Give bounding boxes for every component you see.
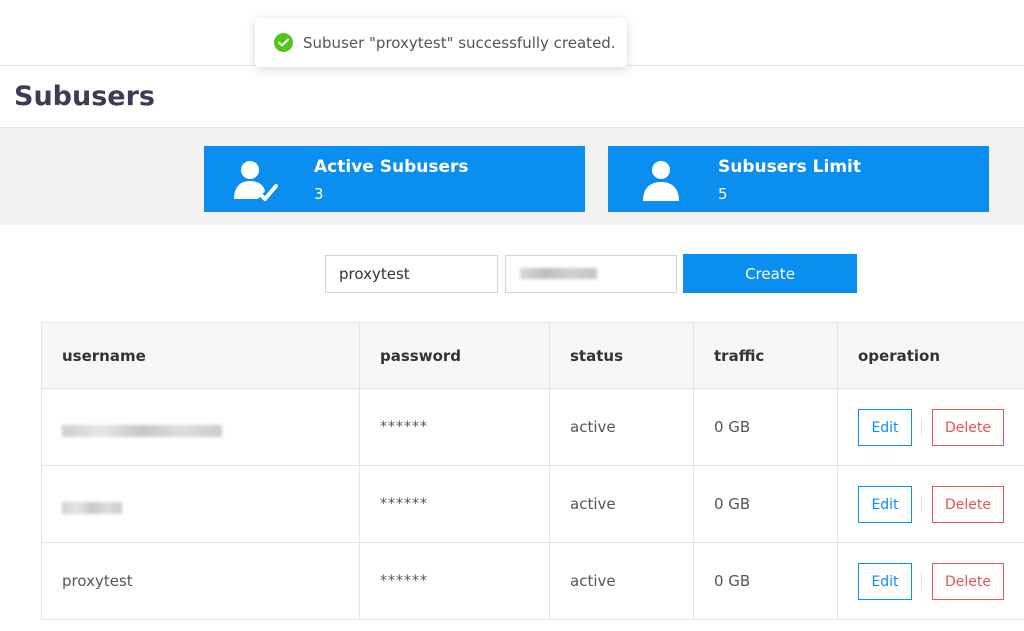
stat-label: Active Subusers — [314, 157, 469, 177]
column-header-username: username — [42, 323, 360, 389]
cell-operation: Edit Delete — [838, 389, 1024, 466]
user-icon — [634, 159, 684, 203]
cell-status: active — [550, 466, 694, 543]
redacted-username — [62, 502, 122, 514]
edit-button[interactable]: Edit — [858, 563, 912, 600]
cell-password: ****** — [360, 543, 550, 620]
divider — [921, 573, 922, 590]
delete-button[interactable]: Delete — [932, 563, 1004, 600]
divider — [921, 419, 922, 436]
stat-value: 5 — [718, 185, 728, 203]
stat-label: Subusers Limit — [718, 157, 862, 177]
cell-traffic: 0 GB — [694, 466, 838, 543]
divider — [921, 496, 922, 513]
table-header: username password status traffic operati… — [42, 323, 1024, 389]
cell-operation: Edit Delete — [838, 466, 1024, 543]
cell-traffic: 0 GB — [694, 389, 838, 466]
stat-value: 3 — [314, 185, 324, 203]
column-header-status: status — [550, 323, 694, 389]
redacted-username — [62, 425, 222, 437]
delete-button[interactable]: Delete — [932, 409, 1004, 446]
cell-password: ****** — [360, 466, 550, 543]
toast-message: Subuser "proxytest" successfully created… — [303, 33, 616, 52]
cell-password: ****** — [360, 389, 550, 466]
page-title: Subusers — [14, 81, 155, 112]
cell-username — [42, 389, 360, 466]
subusers-table: username password status traffic operati… — [41, 322, 1024, 620]
create-button[interactable]: Create — [683, 254, 857, 293]
table-row: proxytest ****** active 0 GB Edit Delete — [42, 543, 1024, 620]
edit-button[interactable]: Edit — [858, 409, 912, 446]
success-toast: Subuser "proxytest" successfully created… — [255, 18, 627, 67]
redacted-password — [520, 268, 597, 279]
username-input[interactable] — [325, 255, 498, 293]
check-circle-icon — [274, 33, 293, 52]
subusers-limit-card: Subusers Limit 5 — [608, 146, 989, 212]
cell-username: proxytest — [42, 543, 360, 620]
column-header-operation: operation — [858, 347, 941, 365]
cell-status: active — [550, 389, 694, 466]
column-header-traffic: traffic — [694, 323, 838, 389]
edit-button[interactable]: Edit — [858, 486, 912, 523]
column-header-password: password — [360, 323, 550, 389]
cell-traffic: 0 GB — [694, 543, 838, 620]
title-bar: Subusers — [0, 66, 1024, 128]
delete-button[interactable]: Delete — [932, 486, 1004, 523]
user-check-icon — [230, 159, 280, 203]
cell-operation: Edit Delete — [838, 543, 1024, 620]
cell-username — [42, 466, 360, 543]
active-subusers-card: Active Subusers 3 — [204, 146, 585, 212]
table-row: ****** active 0 GB Edit Delete — [42, 389, 1024, 466]
cell-status: active — [550, 543, 694, 620]
table-row: ****** active 0 GB Edit Delete — [42, 466, 1024, 543]
